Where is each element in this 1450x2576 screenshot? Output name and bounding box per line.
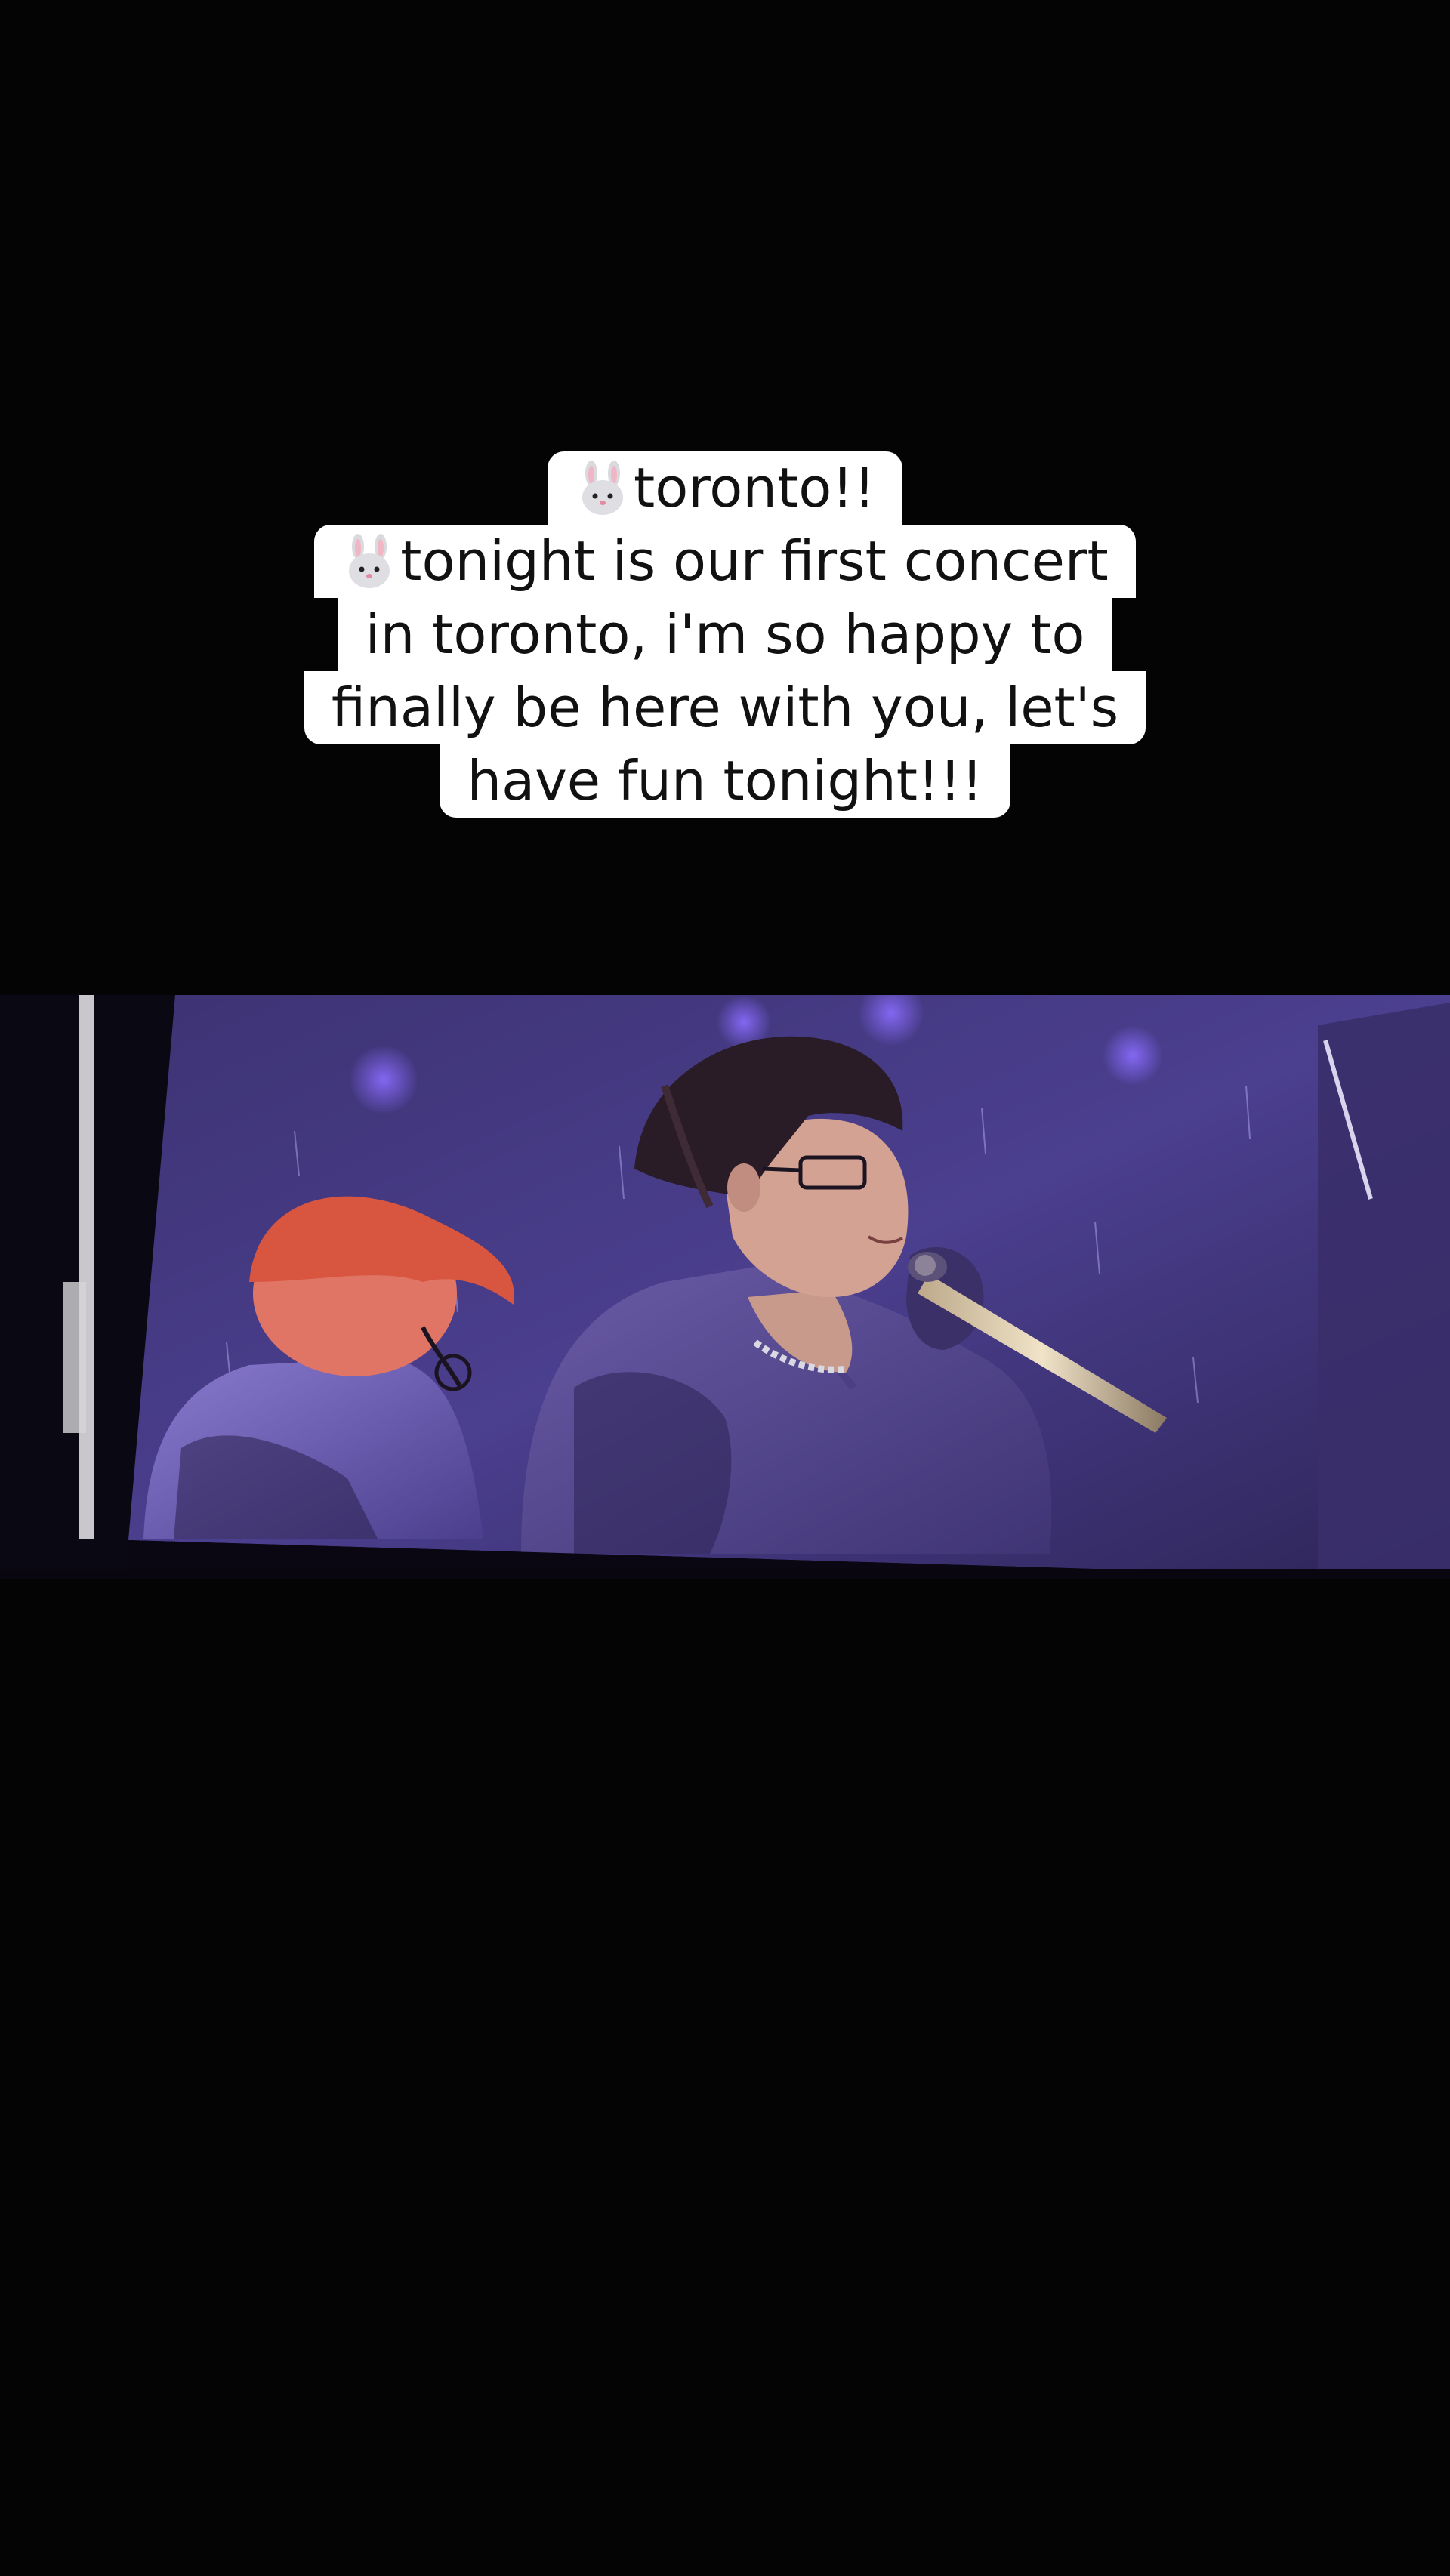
caption-line-5: have fun tonight!!! — [440, 744, 1010, 818]
rabbit-face-icon — [349, 533, 390, 588]
rabbit-face-icon — [582, 460, 623, 515]
caption-text: toronto!! — [634, 456, 875, 519]
caption-line-1: toronto!! — [548, 451, 902, 525]
caption-text: tonight is our first concert — [400, 529, 1109, 593]
caption-line-2: tonight is our first concert — [314, 525, 1136, 598]
caption-text: have fun tonight!!! — [467, 749, 983, 812]
stage-screen-image — [0, 995, 1450, 1579]
caption-line-3: in toronto, i'm so happy to — [338, 598, 1112, 671]
caption-line-4: finally be here with you, let's — [304, 671, 1146, 744]
caption-text: finally be here with you, let's — [331, 676, 1119, 739]
caption-overlay: toronto!! tonight is our first concert i… — [0, 451, 1450, 818]
concert-video-frame — [0, 995, 1450, 1579]
caption-text: in toronto, i'm so happy to — [365, 602, 1085, 666]
